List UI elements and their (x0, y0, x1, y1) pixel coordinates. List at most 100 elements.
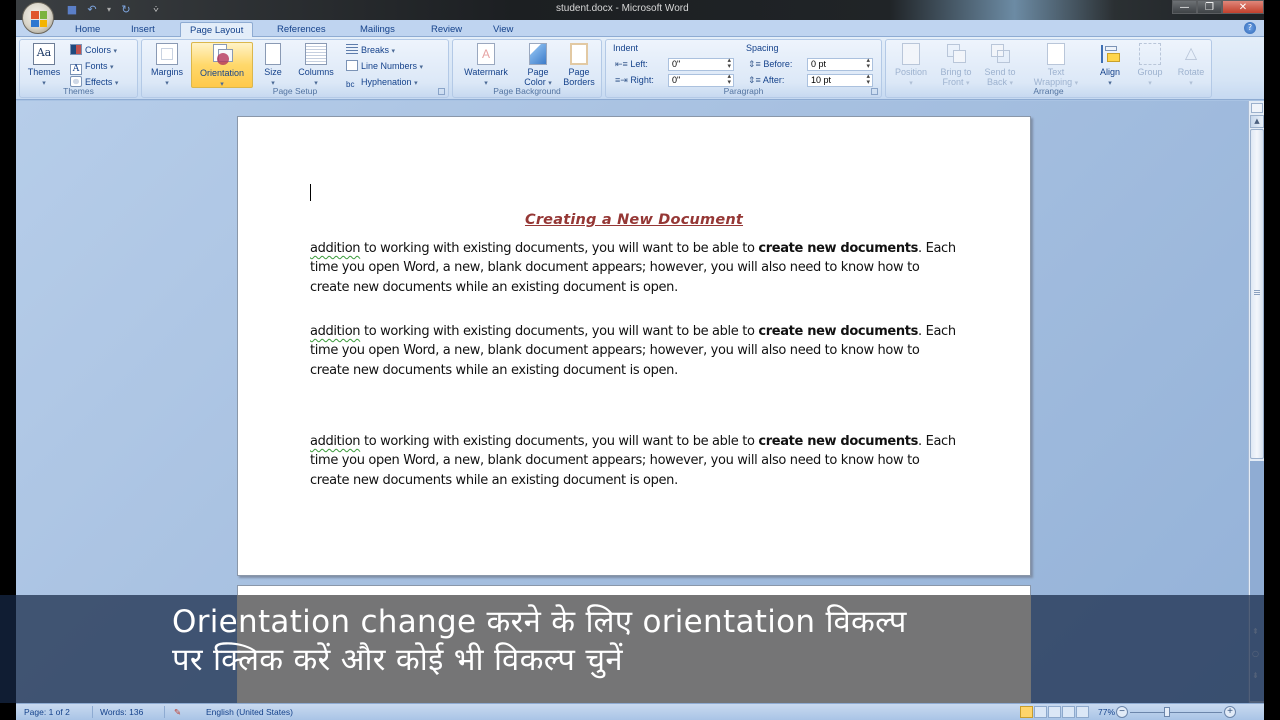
themes-group: Aa Themes ▾ Colors ▾ A Fonts ▾ Effects ▾ T… (19, 39, 138, 98)
ribbon-tabs: Home Insert Page Layout References Maili… (16, 20, 1264, 37)
indent-heading: Indent (613, 43, 639, 53)
tab-home[interactable]: Home (66, 22, 109, 37)
page-borders-icon (570, 43, 588, 65)
page-count[interactable]: Page: 1 of 2 (24, 707, 70, 717)
size-button[interactable]: Size ▾ (257, 42, 289, 88)
scroll-up-icon: ▲ (1254, 117, 1260, 125)
watermark-icon: A (477, 43, 495, 65)
themes-button[interactable]: Aa Themes ▾ (24, 42, 64, 88)
colors-button[interactable]: Colors ▾ (70, 43, 117, 57)
undo-dropdown-icon[interactable]: ▾ (106, 4, 112, 16)
indent-left-icon: ⇤≡ (615, 59, 628, 69)
zoom-slider[interactable] (1130, 712, 1222, 713)
page-setup-launcher-icon[interactable] (438, 88, 445, 95)
spacing-before-input[interactable]: 0 pt ▴ ▾ (807, 57, 873, 71)
position-button[interactable]: Position ▾ (889, 42, 933, 88)
web-layout-view-button[interactable] (1048, 706, 1061, 718)
rotate-button[interactable]: △ Rotate ▾ (1171, 42, 1211, 88)
quick-access-toolbar: ■ ↶ ▾ ↻ ⩒ (66, 3, 162, 17)
page-borders-button[interactable]: Page Borders (559, 42, 599, 88)
spacing-before-spinner-icon[interactable]: ▴ ▾ (866, 57, 870, 70)
print-layout-view-button[interactable] (1020, 706, 1033, 718)
proofing-icon[interactable]: ✎ (174, 707, 181, 718)
page-setup-group: Margins ▾ Orientation ▾ Size ▾ Columns ▾ Bre… (141, 39, 449, 98)
theme-fonts-icon: A (70, 64, 82, 75)
view-ruler-icon[interactable] (1251, 103, 1263, 113)
tab-view[interactable]: View (484, 22, 522, 37)
indent-left-label: ⇤≡ Left: (615, 59, 648, 69)
line-numbers-button[interactable]: Line Numbers ▾ (346, 59, 423, 73)
page-setup-group-label: Page Setup (272, 86, 318, 96)
tab-insert[interactable]: Insert (122, 22, 164, 37)
themes-icon: Aa (33, 43, 55, 65)
undo-icon[interactable]: ↶ (86, 4, 98, 16)
word-count[interactable]: Words: 136 (100, 707, 143, 717)
indent-left-input[interactable]: 0" ▴ ▾ (668, 57, 734, 71)
restore-button[interactable]: ❐ (1197, 0, 1222, 14)
spacing-after-icon: ⇕≡ (748, 75, 761, 85)
help-icon[interactable]: ? (1244, 22, 1256, 34)
scroll-up-button[interactable]: ▲ (1250, 115, 1264, 128)
watermark-button[interactable]: A Watermark ▾ (456, 42, 516, 88)
document-page[interactable]: Creating a New Document addition to work… (237, 116, 1031, 576)
text-wrapping-button[interactable]: Text Wrapping ▾ (1026, 42, 1086, 88)
zoom-out-button[interactable]: − (1116, 706, 1128, 718)
zoom-slider-thumb[interactable] (1164, 707, 1170, 717)
margins-button[interactable]: Margins ▾ (146, 42, 188, 88)
rotate-icon: △ (1184, 45, 1198, 62)
document-paragraph[interactable]: addition to working with existing docume… (310, 239, 960, 297)
indent-right-spinner-icon[interactable]: ▴ ▾ (727, 73, 731, 86)
outline-view-button[interactable] (1062, 706, 1075, 718)
orientation-button[interactable]: Orientation ▾ (191, 42, 253, 88)
page-color-button[interactable]: Page Color ▾ (519, 42, 557, 88)
themes-group-label: Themes (63, 86, 94, 96)
document-heading[interactable]: Creating a New Document (238, 212, 1030, 228)
margins-icon (156, 43, 178, 65)
redo-icon[interactable]: ↻ (120, 4, 132, 16)
close-icon: ✕ (1238, 2, 1248, 13)
indent-left-spinner-icon[interactable]: ▴ ▾ (727, 57, 731, 70)
document-paragraph[interactable]: addition to working with existing docume… (310, 432, 960, 490)
columns-button[interactable]: Columns ▾ (292, 42, 340, 88)
send-to-back-button[interactable]: Send to Back ▾ (979, 42, 1021, 88)
document-paragraph[interactable]: addition to working with existing docume… (310, 322, 960, 380)
close-button[interactable]: ✕ (1222, 0, 1264, 14)
window-title: student.docx - Microsoft Word (556, 3, 689, 14)
columns-icon (305, 43, 327, 65)
spacing-before-icon: ⇕≡ (748, 59, 761, 69)
tab-page-layout[interactable]: Page Layout (180, 22, 254, 37)
language-indicator[interactable]: English (United States) (206, 707, 293, 717)
draft-view-button[interactable] (1076, 706, 1089, 718)
save-icon[interactable]: ■ (66, 4, 78, 16)
align-icon (1099, 43, 1121, 65)
group-button[interactable]: Group ▾ (1130, 42, 1170, 88)
send-to-back-icon (989, 43, 1011, 65)
customize-qat-icon[interactable]: ⩒ (150, 4, 162, 16)
align-button[interactable]: Align ▾ (1092, 42, 1128, 88)
scrollbar-thumb[interactable] (1250, 129, 1264, 459)
office-logo-icon (31, 11, 47, 27)
line-numbers-icon (346, 60, 358, 71)
paragraph-launcher-icon[interactable] (871, 88, 878, 95)
minimize-button[interactable]: — (1172, 0, 1197, 14)
zoom-level[interactable]: 77% (1098, 707, 1115, 717)
zoom-in-button[interactable]: + (1224, 706, 1236, 718)
spacing-before-label: ⇕≡ Before: (748, 59, 793, 69)
tab-mailings[interactable]: Mailings (351, 22, 404, 37)
bring-to-front-button[interactable]: Bring to Front ▾ (934, 42, 978, 88)
breaks-button[interactable]: Breaks ▾ (346, 43, 395, 57)
theme-colors-icon (70, 44, 82, 55)
fonts-button[interactable]: A Fonts ▾ (70, 59, 114, 75)
office-button[interactable] (22, 2, 54, 34)
bring-to-front-icon (945, 43, 967, 65)
indent-right-icon: ≡⇥ (615, 75, 628, 85)
full-screen-reading-view-button[interactable] (1034, 706, 1047, 718)
spacing-after-spinner-icon[interactable]: ▴ ▾ (866, 73, 870, 86)
misspelled-word[interactable]: addition (310, 324, 361, 339)
misspelled-word[interactable]: addition (310, 241, 361, 256)
subtitle-line-1: Orientation change करने के लिए orientati… (172, 604, 907, 640)
tab-references[interactable]: References (268, 22, 335, 37)
misspelled-word[interactable]: addition (310, 434, 361, 449)
tab-review[interactable]: Review (422, 22, 471, 37)
indent-right-label: ≡⇥ Right: (615, 75, 654, 85)
